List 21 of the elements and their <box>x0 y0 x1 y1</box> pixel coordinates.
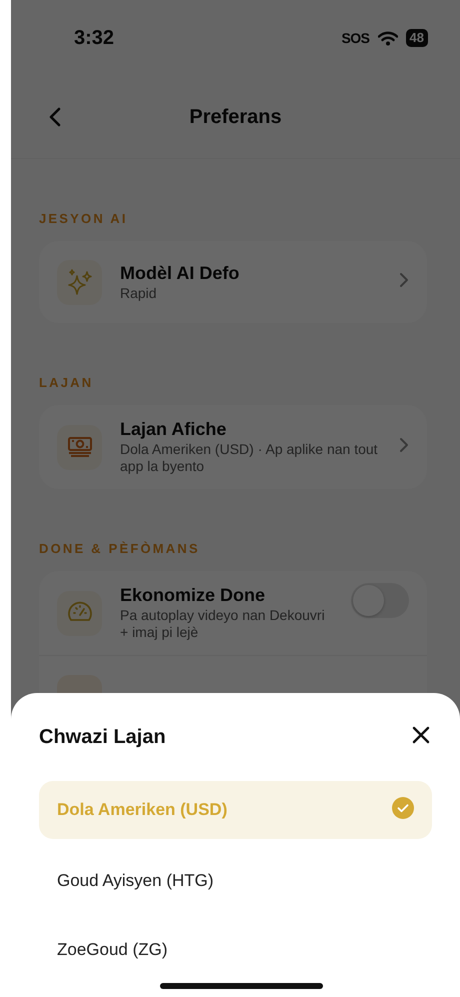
row-subtitle: Dola Ameriken (USD) · Ap aplike nan tout app la byento <box>120 441 379 475</box>
section-heading: DONE & PÈFÒMANS <box>39 541 201 556</box>
section-heading: LAJAN <box>39 375 94 390</box>
currency-option[interactable]: Dola Ameriken (USD) <box>39 781 432 839</box>
screen-title: Preferans <box>189 106 282 128</box>
currency-option[interactable]: Goud Ayisyen (HTG) <box>39 852 432 910</box>
sos-indicator: SOS <box>341 30 370 46</box>
toggle-switch[interactable] <box>351 583 409 618</box>
settings-row[interactable]: Lajan Afiche Dola Ameriken (USD) · Ap aplike nan tout app la byento <box>39 405 427 489</box>
settings-row[interactable]: Modèl AI Defo Rapid <box>39 241 427 323</box>
section-heading: JESYON AI <box>39 211 129 226</box>
row-subtitle: Pa autoplay videyo nan Dekouvri + imaj pi lejè <box>120 607 326 641</box>
row-subtitle: Rapid <box>120 284 158 302</box>
row-title: Modèl AI Defo <box>120 262 240 284</box>
status-time: 3:32 <box>74 26 114 50</box>
battery-indicator: 48 <box>406 29 428 47</box>
row-title: Ekonomize Done <box>120 585 266 606</box>
currency-option[interactable]: ZoeGoud (ZG) <box>39 921 432 979</box>
row-title: Lajan Afiche <box>120 419 228 440</box>
wifi-icon <box>378 30 398 46</box>
sheet-title: Chwazi Lajan <box>39 726 166 748</box>
